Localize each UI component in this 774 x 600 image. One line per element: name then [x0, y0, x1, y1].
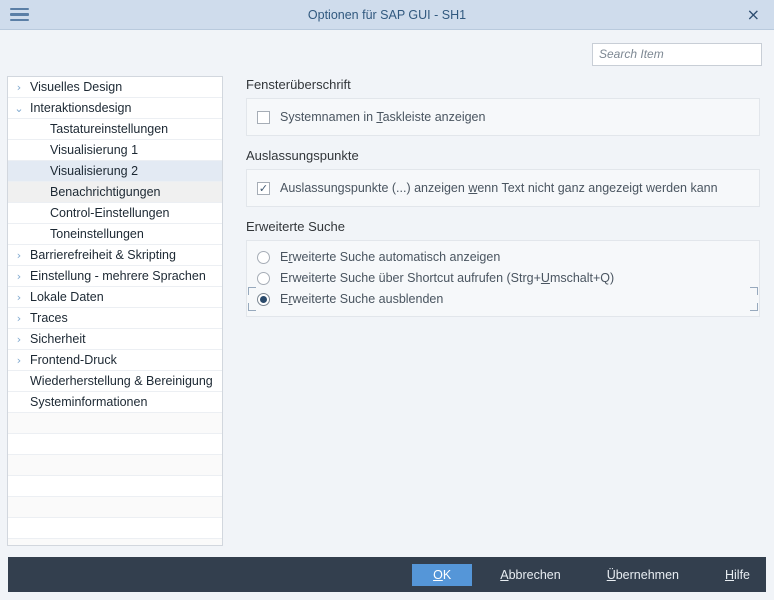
-bernehmen-button[interactable]: Übernehmen	[591, 564, 695, 586]
radio-unselected-icon[interactable]	[257, 250, 270, 264]
sidebar-item-label: Systeminformationen	[30, 395, 148, 409]
focus-corner	[248, 303, 256, 311]
sidebar-item-label: Benachrichtigungen	[50, 185, 161, 199]
sidebar-item-traces[interactable]: › Traces	[8, 308, 222, 329]
sidebar-item-label: Visualisierung 1	[50, 143, 139, 157]
sidebar-empty-row	[8, 455, 222, 476]
radio-unselected-icon[interactable]	[257, 271, 270, 285]
group-title: Fensterüberschrift	[246, 77, 351, 92]
sidebar-item-label: Control-Einstellungen	[50, 206, 170, 220]
chevron-right-icon[interactable]: ›	[8, 313, 30, 324]
window-title: Optionen für SAP GUI - SH1	[307, 7, 467, 22]
sidebar-item-visualisierung-2[interactable]: Visualisierung 2	[8, 161, 222, 182]
sidebar-item-interaktionsdesign[interactable]: ⌄ Interaktionsdesign	[8, 98, 222, 119]
radio-dot	[260, 295, 267, 303]
sidebar-item-frontend-druck[interactable]: › Frontend-Druck	[8, 350, 222, 371]
focus-corner	[750, 287, 758, 295]
sidebar-item-label: Einstellung - mehrere Sprachen	[30, 269, 206, 283]
close-icon[interactable]: ×	[747, 6, 760, 23]
radio-option[interactable]: Erweiterte Suche automatisch anzeigen	[257, 247, 749, 267]
checkbox-unchecked-icon[interactable]: ✓	[257, 110, 270, 124]
option-label: Auslassungspunkte (...) anzeigen wenn Te…	[280, 181, 718, 195]
ok-button[interactable]: OK	[412, 563, 473, 586]
radio-selected-icon[interactable]	[257, 292, 270, 306]
sidebar-empty-row	[8, 518, 222, 539]
sidebar-item-label: Frontend-Druck	[30, 353, 117, 367]
group-box: Erweiterte Suche automatisch anzeigen Erw…	[246, 240, 760, 317]
search-input[interactable]	[592, 42, 762, 66]
sidebar-item-label: Tastatureinstellungen	[50, 122, 169, 136]
chevron-right-icon[interactable]: ›	[8, 334, 30, 345]
group-title: Auslassungspunkte	[246, 148, 359, 163]
option-label: Systemnamen in Taskleiste anzeigen	[280, 110, 486, 124]
sidebar-item-control-einstellungen[interactable]: Control-Einstellungen	[8, 203, 222, 224]
sidebar-item-label: Traces	[30, 311, 68, 325]
checkbox-option[interactable]: ✓ Systemnamen in Taskleiste anzeigen	[257, 107, 749, 127]
option-label: Erweiterte Suche automatisch anzeigen	[280, 250, 501, 264]
option-label: Erweiterte Suche über Shortcut aufrufen …	[280, 271, 615, 285]
radio-option[interactable]: Erweiterte Suche über Shortcut aufrufen …	[257, 268, 749, 288]
focus-corner	[750, 303, 758, 311]
chevron-down-icon[interactable]: ⌄	[8, 103, 30, 114]
sidebar-empty-row	[8, 413, 222, 434]
footer-wrap: O K Abbrechen Übernehmen Hilfe	[0, 557, 774, 600]
radio-option[interactable]: Erweiterte Suche ausblenden	[248, 287, 758, 311]
options-dialog: Optionen für SAP GUI - SH1 × ›Visuelles …	[0, 0, 774, 600]
sidebar-item-barrierefreiheit-skripting[interactable]: › Barrierefreiheit & Skripting	[8, 245, 222, 266]
sidebar-item-toneinstellungen[interactable]: Toneinstellungen	[8, 224, 222, 245]
sidebar-empty-row	[8, 476, 222, 497]
sidebar-item-lokale-daten[interactable]: › Lokale Daten	[8, 287, 222, 308]
sidebar-item-label: Lokale Daten	[30, 290, 104, 304]
sidebar-item-label: Visualisierung 2	[50, 164, 139, 178]
group-title: Erweiterte Suche	[246, 219, 345, 234]
focus-corner	[248, 287, 256, 295]
chevron-right-icon[interactable]: ›	[8, 82, 30, 93]
sidebar-item-benachrichtigungen[interactable]: Benachrichtigungen	[8, 182, 222, 203]
sidebar-empty-row	[8, 434, 222, 455]
settings-tree[interactable]: › Visuelles Design ⌄ Interaktionsdesign Tast…	[7, 76, 223, 546]
sidebar-empty-row	[8, 539, 222, 545]
sidebar-item-label: Visuelles Design	[30, 80, 123, 94]
chevron-right-icon[interactable]: ›	[8, 292, 30, 303]
settings-panel: Fensterüberschrift ✓ Systemnamen in Taskle…	[223, 76, 774, 557]
checkbox-option[interactable]: ✓ Auslassungspunkte (...) anzeigen wenn T…	[257, 178, 749, 198]
sidebar-item-label: Barrierefreiheit & Skripting	[30, 248, 176, 262]
sidebar-item-wiederherstellung-bereinigung[interactable]: Wiederherstellung & Bereinigung	[8, 371, 222, 392]
sidebar-item-visualisierung-1[interactable]: Visualisierung 1	[8, 140, 222, 161]
chevron-right-icon[interactable]: ›	[8, 271, 30, 282]
hamburger-icon[interactable]	[10, 7, 40, 22]
sidebar-item-systeminformationen[interactable]: Systeminformationen	[8, 392, 222, 413]
sidebar-item-label: Wiederherstellung & Bereinigung	[30, 374, 213, 388]
dialog-body: › Visuelles Design ⌄ Interaktionsdesign Tast…	[0, 70, 774, 557]
abbrechen-button[interactable]: Abbrechen	[484, 564, 576, 586]
group-box: ✓ Systemnamen in Taskleiste anzeigen	[246, 98, 760, 136]
sidebar-item-einstellung-mehrere-sprachen[interactable]: › Einstellung - mehrere Sprachen	[8, 266, 222, 287]
chevron-right-icon[interactable]: ›	[8, 250, 30, 261]
hamburger-bar	[10, 13, 29, 16]
chevron-right-icon[interactable]: ›	[8, 355, 30, 366]
sidebar-item-sicherheit[interactable]: › Sicherheit	[8, 329, 222, 350]
hamburger-bar	[10, 7, 29, 11]
option-label: Erweiterte Suche ausblenden	[280, 292, 444, 306]
checkbox-checked-icon[interactable]: ✓	[257, 181, 270, 195]
title-bar: Optionen für SAP GUI - SH1 ×	[0, 0, 774, 30]
hamburger-bar	[10, 18, 29, 22]
sidebar-item-label: Interaktionsdesign	[30, 101, 132, 115]
check-icon: ✓	[258, 181, 269, 195]
sidebar-item-tastatureinstellungen[interactable]: Tastatureinstellungen	[8, 119, 222, 140]
sidebar-item-visuelles-design[interactable]: › Visuelles Design	[8, 77, 222, 98]
search-row	[0, 30, 774, 70]
dialog-footer: O K Abbrechen Übernehmen Hilfe	[8, 557, 766, 592]
group-box: ✓ Auslassungspunkte (...) anzeigen wenn T…	[246, 169, 760, 207]
hilfe-button[interactable]: Hilfe	[709, 564, 766, 586]
sidebar-item-label: Toneinstellungen	[50, 227, 144, 241]
sidebar-item-label: Sicherheit	[30, 332, 86, 346]
sidebar-empty-row	[8, 497, 222, 518]
